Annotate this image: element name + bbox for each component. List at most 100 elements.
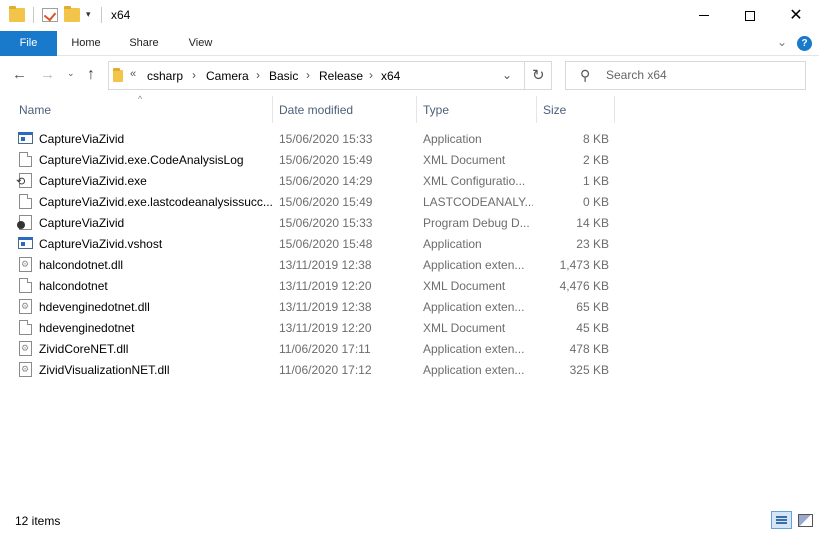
file-type: XML Document bbox=[423, 279, 506, 293]
breadcrumb-csharp[interactable]: csharp bbox=[147, 69, 183, 83]
file-date: 11/06/2020 17:11 bbox=[279, 342, 371, 356]
chevron-right-icon[interactable]: › bbox=[369, 68, 373, 82]
refresh-icon[interactable]: ↻ bbox=[532, 66, 545, 84]
file-row[interactable]: CaptureViaZivid 15/06/2020 15:33 Applica… bbox=[14, 128, 617, 149]
search-box[interactable]: ⚲ bbox=[565, 61, 806, 90]
column-header-size[interactable]: Size bbox=[543, 103, 566, 117]
file-name: CaptureViaZivid bbox=[39, 132, 125, 146]
back-arrow-icon[interactable]: ← bbox=[12, 66, 27, 83]
column-headers: ^ Name Date modified Type Size bbox=[0, 94, 819, 123]
column-divider[interactable] bbox=[614, 96, 615, 123]
file-type: Application exten... bbox=[423, 342, 525, 356]
forward-arrow-icon[interactable]: → bbox=[40, 66, 55, 83]
chevron-right-icon[interactable]: › bbox=[306, 68, 310, 82]
file-date: 13/11/2019 12:38 bbox=[279, 258, 372, 272]
file-row[interactable]: CaptureViaZivid.exe.CodeAnalysisLog 15/0… bbox=[14, 149, 617, 170]
breadcrumb-overflow[interactable]: « bbox=[130, 68, 136, 80]
tab-file[interactable]: File bbox=[0, 31, 57, 56]
file-size: 65 KB bbox=[576, 300, 609, 314]
search-input[interactable] bbox=[606, 68, 796, 82]
file-row[interactable]: halcondotnet 13/11/2019 12:20 XML Docume… bbox=[14, 275, 617, 296]
sort-ascending-icon: ^ bbox=[138, 94, 143, 104]
column-divider[interactable] bbox=[536, 96, 537, 123]
column-divider[interactable] bbox=[272, 96, 273, 123]
tab-share[interactable]: Share bbox=[115, 31, 173, 56]
folder-icon[interactable] bbox=[9, 6, 25, 22]
maximize-button[interactable] bbox=[727, 0, 773, 31]
breadcrumb-release[interactable]: Release bbox=[319, 69, 363, 83]
file-date: 11/06/2020 17:12 bbox=[279, 363, 372, 377]
properties-icon[interactable] bbox=[42, 8, 58, 22]
document-icon bbox=[19, 320, 32, 335]
file-size: 4,476 KB bbox=[559, 279, 609, 293]
tab-view[interactable]: View bbox=[173, 31, 228, 56]
breadcrumb-camera[interactable]: Camera bbox=[206, 69, 249, 83]
address-history-chevron-icon[interactable]: ⌄ bbox=[502, 68, 512, 82]
document-icon bbox=[19, 278, 32, 293]
file-date: 15/06/2020 15:49 bbox=[279, 153, 373, 167]
title-divider bbox=[101, 7, 102, 23]
file-row[interactable]: hdevenginedotnet.dll 13/11/2019 12:38 Ap… bbox=[14, 296, 617, 317]
close-button[interactable]: ✕ bbox=[773, 0, 819, 31]
file-name: halcondotnet bbox=[39, 279, 108, 293]
document-icon bbox=[19, 194, 32, 209]
file-date: 15/06/2020 15:49 bbox=[279, 195, 373, 209]
file-name: ZividVisualizationNET.dll bbox=[39, 363, 170, 377]
ribbon-tabs: File Home Share View ⌄ ? bbox=[0, 31, 819, 56]
app-icon bbox=[18, 237, 33, 249]
file-row[interactable]: ZividCoreNET.dll 11/06/2020 17:11 Applic… bbox=[14, 338, 617, 359]
chevron-right-icon[interactable]: › bbox=[192, 68, 196, 82]
search-icon: ⚲ bbox=[580, 67, 591, 83]
up-arrow-icon[interactable]: ↑ bbox=[87, 66, 95, 84]
minimize-button[interactable] bbox=[681, 0, 727, 31]
file-size: 45 KB bbox=[576, 321, 609, 335]
file-type: Application bbox=[423, 132, 482, 146]
file-size: 1,473 KB bbox=[559, 258, 609, 272]
breadcrumb-basic[interactable]: Basic bbox=[269, 69, 298, 83]
file-name: CaptureViaZivid.exe.lastcodeanalysissucc… bbox=[39, 195, 273, 209]
file-row[interactable]: CaptureViaZivid 15/06/2020 15:33 Program… bbox=[14, 212, 617, 233]
recent-locations-chevron-icon[interactable]: ⌄ bbox=[67, 68, 75, 79]
file-size: 14 KB bbox=[576, 216, 609, 230]
column-header-name[interactable]: Name bbox=[19, 103, 51, 117]
file-type: Application exten... bbox=[423, 363, 525, 377]
column-divider[interactable] bbox=[416, 96, 417, 123]
title-bar: ▾ x64 ✕ bbox=[0, 0, 819, 31]
file-size: 8 KB bbox=[582, 132, 609, 146]
dll-icon bbox=[19, 299, 32, 314]
file-type: Application exten... bbox=[423, 300, 525, 314]
expand-ribbon-icon[interactable]: ⌄ bbox=[777, 35, 787, 49]
new-folder-icon[interactable] bbox=[64, 6, 80, 22]
column-header-date-modified[interactable]: Date modified bbox=[279, 103, 353, 117]
file-name: CaptureViaZivid.exe.CodeAnalysisLog bbox=[39, 153, 244, 167]
file-row[interactable]: CaptureViaZivid.exe.lastcodeanalysissucc… bbox=[14, 191, 617, 212]
column-header-type[interactable]: Type bbox=[423, 103, 449, 117]
help-icon[interactable]: ? bbox=[797, 36, 812, 51]
tab-home[interactable]: Home bbox=[57, 31, 115, 56]
address-divider bbox=[524, 62, 525, 89]
file-type: XML Configuratio... bbox=[423, 174, 526, 188]
address-bar[interactable]: « csharp › Camera › Basic › Release › x6… bbox=[108, 61, 552, 90]
maximize-icon bbox=[745, 10, 755, 21]
file-row[interactable]: CaptureViaZivid.vshost 15/06/2020 15:48 … bbox=[14, 233, 617, 254]
dll-icon bbox=[19, 341, 32, 356]
minimize-icon bbox=[699, 15, 709, 16]
file-name: ZividCoreNET.dll bbox=[39, 342, 129, 356]
dll-icon bbox=[19, 257, 32, 272]
chevron-right-icon[interactable]: › bbox=[256, 68, 260, 82]
file-name: halcondotnet.dll bbox=[39, 258, 124, 272]
file-row[interactable]: CaptureViaZivid.exe 15/06/2020 14:29 XML… bbox=[14, 170, 617, 191]
large-icons-view-icon[interactable] bbox=[795, 511, 816, 529]
file-date: 13/11/2019 12:38 bbox=[279, 300, 372, 314]
file-type: XML Document bbox=[423, 153, 506, 167]
breadcrumb-x64[interactable]: x64 bbox=[381, 69, 400, 83]
folder-icon bbox=[113, 68, 123, 82]
file-row[interactable]: halcondotnet.dll 13/11/2019 12:38 Applic… bbox=[14, 254, 617, 275]
customize-quick-access-icon[interactable]: ▾ bbox=[86, 9, 91, 20]
file-size: 23 KB bbox=[576, 237, 609, 251]
file-row[interactable]: hdevenginedotnet 13/11/2019 12:20 XML Do… bbox=[14, 317, 617, 338]
details-view-icon[interactable] bbox=[771, 511, 792, 529]
item-count: 12 items bbox=[15, 514, 61, 528]
file-row[interactable]: ZividVisualizationNET.dll 11/06/2020 17:… bbox=[14, 359, 617, 380]
file-size: 478 KB bbox=[569, 342, 609, 356]
